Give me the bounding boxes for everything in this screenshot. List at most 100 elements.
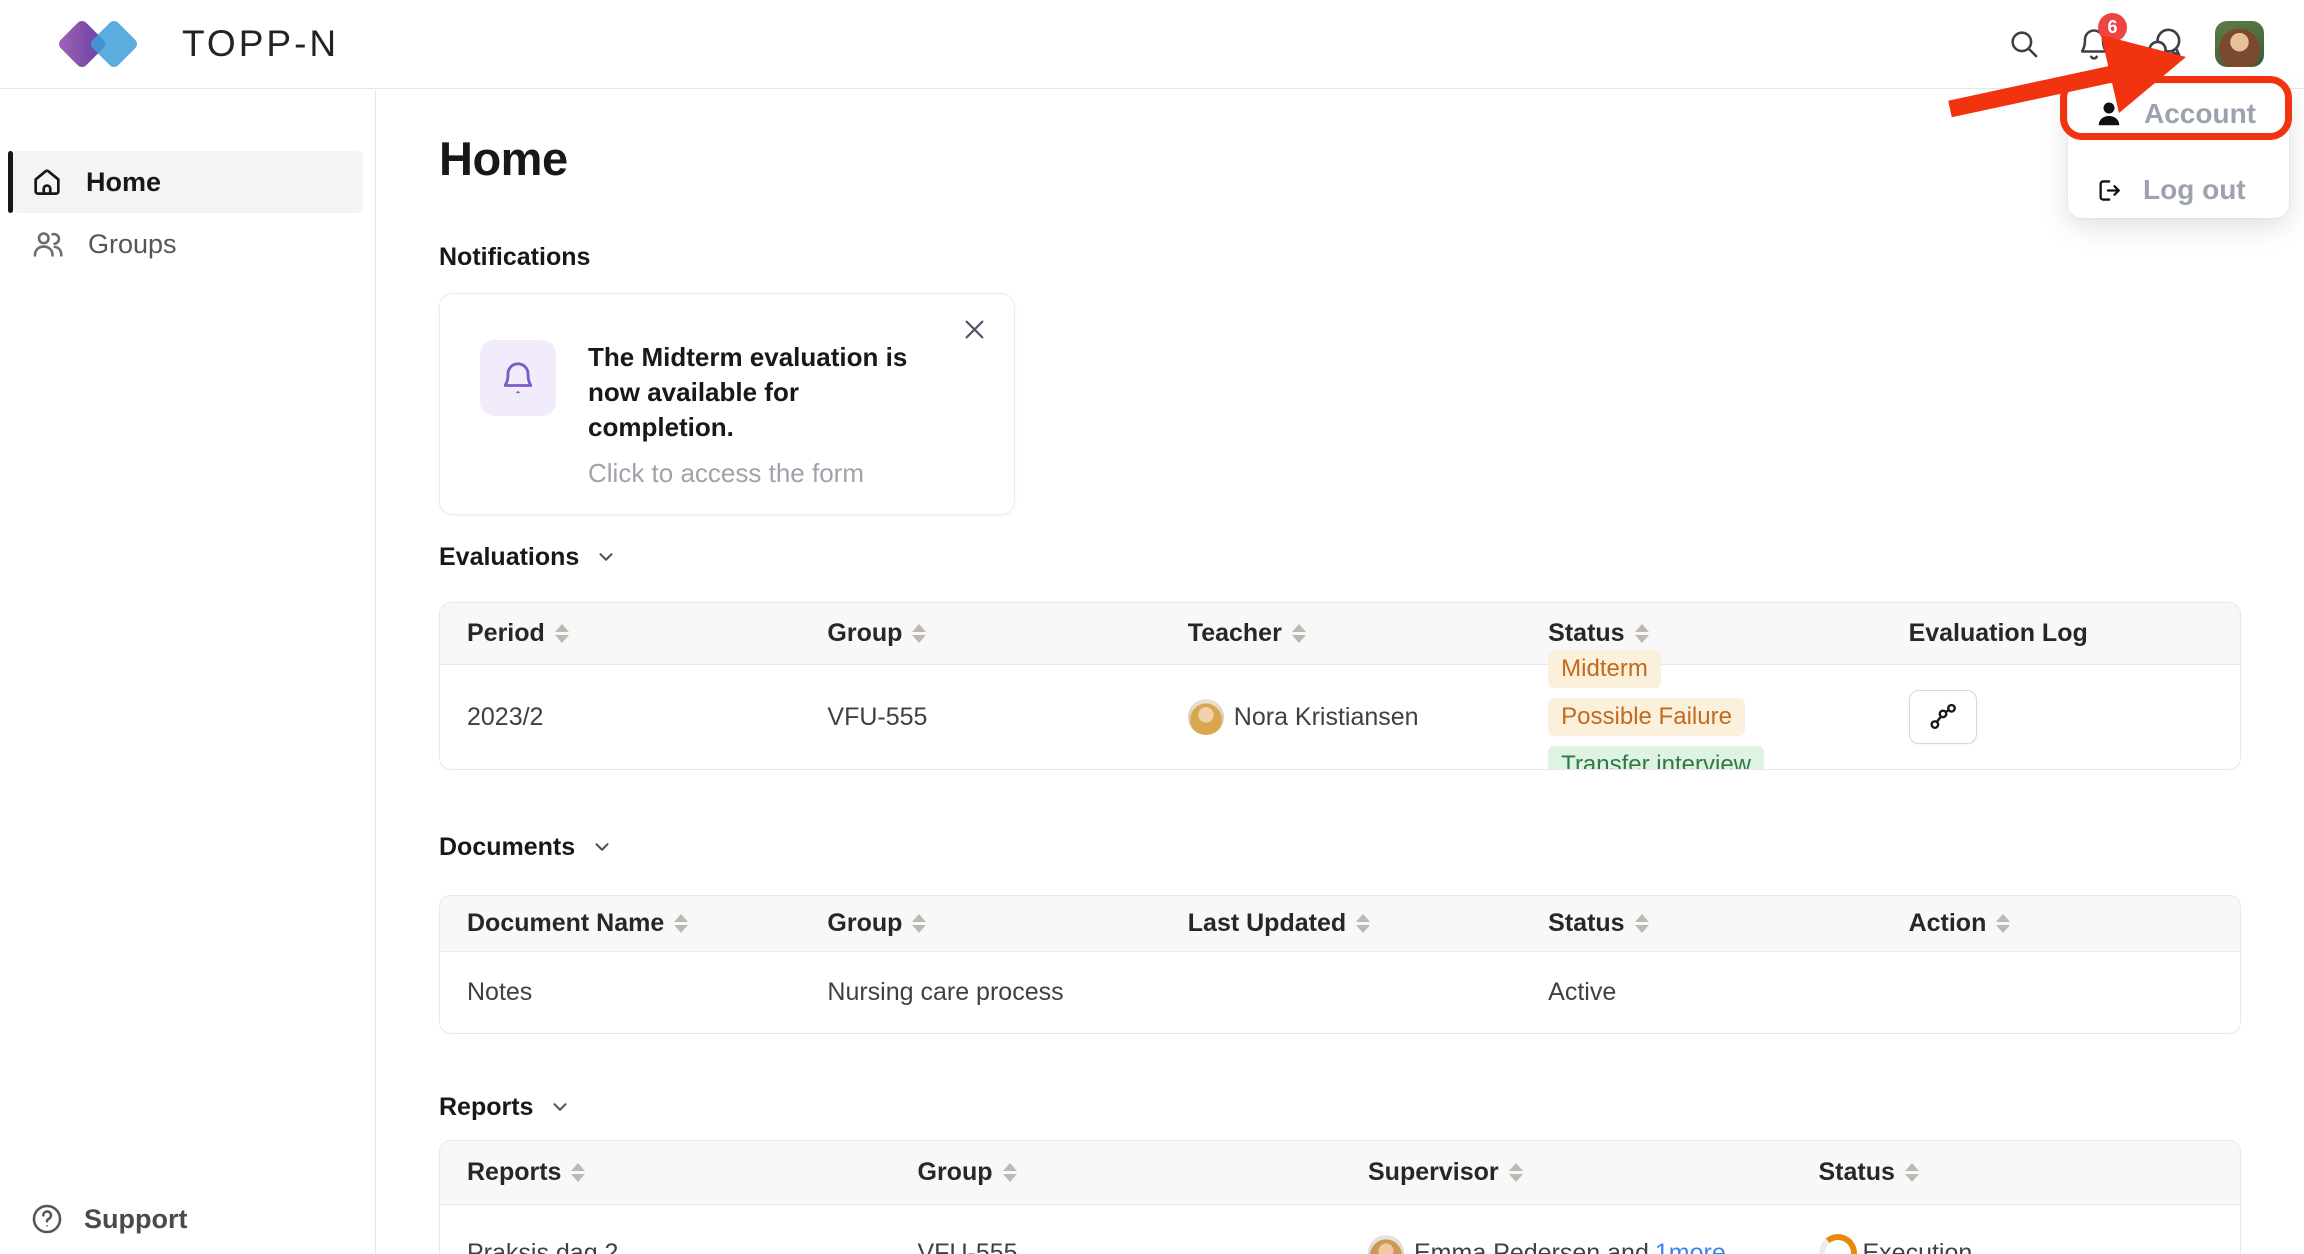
- notification-subtitle: Click to access the form: [588, 457, 948, 489]
- support-label: Support: [84, 1204, 187, 1235]
- reports-table: Reports Group Supervisor Status Praksis …: [439, 1140, 2241, 1254]
- sidebar-item-label: Groups: [88, 229, 177, 260]
- reports-heading-label: Reports: [439, 1091, 533, 1123]
- sort-icon: [571, 1163, 585, 1182]
- column-header-reports[interactable]: Reports: [440, 1158, 891, 1187]
- sort-icon: [1635, 914, 1649, 933]
- sort-icon: [912, 914, 926, 933]
- evaluations-heading-label: Evaluations: [439, 541, 579, 573]
- group-cell: Nursing care process: [800, 978, 1160, 1007]
- topbar: TOPP-N 6: [0, 0, 2304, 89]
- status-badge: Midterm: [1548, 650, 1661, 688]
- status-cell: Midterm Possible Failure Transfer interv…: [1521, 650, 1881, 770]
- report-name-cell: Praksis dag 2: [440, 1239, 891, 1254]
- supervisor-more-link[interactable]: 1more: [1655, 1239, 1726, 1254]
- chevron-down-icon: [591, 836, 613, 858]
- status-badge: Possible Failure: [1548, 698, 1745, 736]
- notification-title: The Midterm evaluation is now available …: [588, 340, 948, 445]
- help-icon: [30, 1202, 64, 1236]
- documents-heading: Documents: [439, 831, 2304, 863]
- close-icon: [961, 316, 988, 343]
- documents-heading-label: Documents: [439, 831, 575, 863]
- sort-icon: [1356, 914, 1370, 933]
- column-header-last-updated[interactable]: Last Updated: [1161, 909, 1521, 938]
- sidebar: Home Groups Support: [0, 90, 376, 1254]
- sort-icon: [1996, 914, 2010, 933]
- notifications-heading-label: Notifications: [439, 241, 590, 273]
- status-cell: Execution: [1792, 1234, 2242, 1254]
- user-avatar[interactable]: [2215, 21, 2264, 67]
- chat-icon: [2146, 26, 2183, 63]
- status-label: Execution: [1863, 1239, 1973, 1254]
- evaluation-log-button[interactable]: [1909, 690, 1977, 744]
- column-header-supervisor[interactable]: Supervisor: [1341, 1158, 1792, 1187]
- sidebar-item-label: Home: [86, 167, 161, 198]
- group-cell: VFU-555: [800, 703, 1160, 732]
- column-header-action[interactable]: Action: [1882, 909, 2241, 938]
- sort-icon: [674, 914, 688, 933]
- evaluations-collapse-button[interactable]: [595, 546, 617, 568]
- brand: TOPP-N: [56, 13, 339, 75]
- sort-icon: [555, 624, 569, 643]
- table-row: 2023/2 VFU-555 Nora Kristiansen Midterm …: [440, 665, 2240, 769]
- teacher-cell: Nora Kristiansen: [1161, 699, 1521, 735]
- documents-table: Document Name Group Last Updated Status …: [439, 895, 2241, 1034]
- notification-text: The Midterm evaluation is now available …: [588, 340, 948, 514]
- notification-icon-box: [480, 340, 556, 416]
- period-cell: 2023/2: [440, 703, 800, 732]
- evaluations-table: Period Group Teacher Status Evaluation L…: [439, 602, 2241, 770]
- sidebar-item-home[interactable]: Home: [12, 151, 363, 213]
- reports-table-header: Reports Group Supervisor Status: [440, 1141, 2240, 1205]
- status-cell: Active: [1521, 978, 1881, 1007]
- search-icon: [2007, 27, 2041, 61]
- evaluations-heading: Evaluations: [439, 541, 2304, 573]
- column-header-group[interactable]: Group: [891, 1158, 1342, 1187]
- execution-progress-icon: [1819, 1234, 1857, 1254]
- notification-count-badge: 6: [2098, 13, 2127, 42]
- reports-heading: Reports: [439, 1091, 2304, 1123]
- support-chat-button[interactable]: [2145, 25, 2183, 63]
- evaluations-table-header: Period Group Teacher Status Evaluation L…: [440, 603, 2240, 665]
- column-header-evaluation-log: Evaluation Log: [1882, 619, 2241, 648]
- notifications-button[interactable]: 6: [2075, 25, 2113, 63]
- documents-table-header: Document Name Group Last Updated Status …: [440, 896, 2240, 952]
- brand-name: TOPP-N: [182, 23, 339, 65]
- sort-icon: [1905, 1163, 1919, 1182]
- column-header-status[interactable]: Status: [1792, 1158, 2242, 1187]
- menu-item-label: Log out: [2143, 174, 2246, 206]
- supervisor-avatar: [1368, 1235, 1404, 1254]
- reports-collapse-button[interactable]: [549, 1096, 571, 1118]
- home-icon: [30, 165, 64, 199]
- column-header-document-name[interactable]: Document Name: [440, 909, 800, 938]
- menu-item-account[interactable]: Account: [2068, 88, 2289, 140]
- notifications-heading: Notifications: [439, 241, 2304, 273]
- evaluation-log-cell: [1882, 690, 2241, 744]
- teacher-name: Nora Kristiansen: [1234, 703, 1419, 732]
- menu-item-label: Account: [2144, 98, 2256, 130]
- column-header-status[interactable]: Status: [1521, 909, 1881, 938]
- column-header-status[interactable]: Status: [1521, 619, 1881, 648]
- notification-bell-icon: [498, 358, 538, 398]
- sidebar-item-groups[interactable]: Groups: [12, 213, 363, 275]
- column-header-group[interactable]: Group: [800, 619, 1160, 648]
- sidebar-item-support[interactable]: Support: [30, 1202, 187, 1236]
- chevron-down-icon: [549, 1096, 571, 1118]
- page-title: Home: [439, 131, 2304, 187]
- documents-collapse-button[interactable]: [591, 836, 613, 858]
- notification-card[interactable]: The Midterm evaluation is now available …: [439, 293, 1015, 515]
- menu-item-logout[interactable]: Log out: [2068, 164, 2289, 216]
- logout-icon: [2094, 176, 2123, 205]
- user-menu: Account Log out: [2068, 84, 2289, 218]
- person-icon: [2094, 99, 2124, 129]
- column-header-group[interactable]: Group: [800, 909, 1160, 938]
- column-header-period[interactable]: Period: [440, 619, 800, 648]
- sort-icon: [1003, 1163, 1017, 1182]
- column-header-teacher[interactable]: Teacher: [1161, 619, 1521, 648]
- table-row: Praksis dag 2 VFU-555 Emma Pedersen and …: [440, 1205, 2240, 1254]
- sort-icon: [1635, 624, 1649, 643]
- sort-icon: [1509, 1163, 1523, 1182]
- close-notification-button[interactable]: [957, 312, 992, 350]
- supervisor-cell: Emma Pedersen and 1more: [1341, 1235, 1792, 1254]
- search-button[interactable]: [2005, 25, 2043, 63]
- groups-icon: [30, 227, 66, 261]
